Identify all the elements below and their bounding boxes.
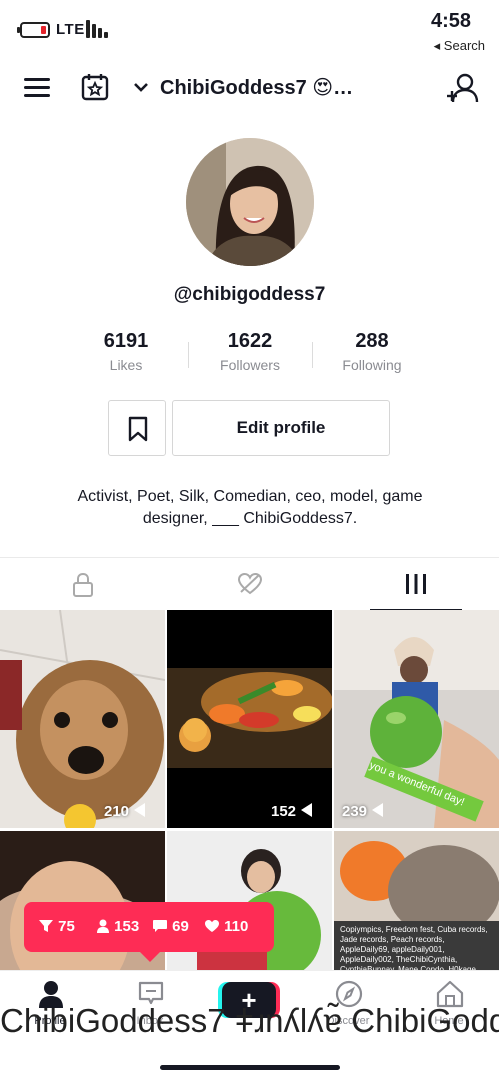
overlay-caption: ChibiGoddess7 ǂɹnʎlʎɐ̃ ChibiGoddȩ bbox=[0, 1002, 499, 1039]
profile-header: ChibiGoddess7 😍… bbox=[0, 62, 499, 116]
likes-label: Likes bbox=[109, 357, 143, 373]
following-count: 288 bbox=[355, 330, 389, 352]
video-thumbnail[interactable]: you a wonderful day! 239 bbox=[334, 610, 499, 828]
profile-tabs bbox=[0, 557, 499, 611]
followers-stat[interactable]: 1622 Followers bbox=[190, 330, 310, 373]
notification-bubble[interactable]: 110 69 153 75 bbox=[24, 902, 274, 962]
play-icon bbox=[134, 803, 146, 817]
home-indicator[interactable] bbox=[160, 1065, 340, 1070]
calendar-star-icon[interactable] bbox=[80, 72, 110, 102]
comment-icon bbox=[153, 920, 167, 932]
battery-icon bbox=[17, 22, 50, 38]
header-username[interactable]: ChibiGoddess7 😍… bbox=[160, 75, 353, 100]
profile-stats: 288 Following 1622 Followers 6191 Likes bbox=[0, 330, 499, 380]
heart-icon bbox=[205, 920, 219, 932]
likes-stat: 6191 Likes bbox=[66, 330, 186, 373]
tab-private[interactable] bbox=[0, 558, 166, 611]
bio-line: Activist, Poet, Silk, Comedian, ceo, mod… bbox=[77, 488, 423, 505]
followers-count: 1622 bbox=[227, 330, 273, 352]
signal-icon bbox=[86, 20, 110, 38]
video-thumbnail[interactable]: 152 bbox=[167, 610, 332, 828]
profile-handle: @chibigoddess7 bbox=[173, 284, 326, 305]
chevron-down-icon[interactable] bbox=[132, 80, 150, 94]
followers-label: Followers bbox=[220, 357, 280, 373]
view-count: 152 bbox=[271, 803, 313, 820]
view-count: 210 bbox=[104, 803, 146, 820]
favorites-button[interactable] bbox=[108, 400, 166, 456]
play-icon bbox=[301, 803, 313, 817]
person-icon bbox=[97, 919, 109, 933]
clock: 4:58 bbox=[430, 10, 471, 32]
tab-videos[interactable] bbox=[333, 558, 499, 611]
mentions-notification: 75 bbox=[38, 918, 75, 935]
view-count: 239 bbox=[342, 803, 384, 820]
status-bar: LTE 4:58 ◂ Search bbox=[0, 0, 499, 62]
video-thumbnail[interactable]: Copiympics, Freedom fest, Cuba records, … bbox=[334, 831, 499, 970]
profile-bio: Activist, Poet, Silk, Comedian, ceo, mod… bbox=[40, 486, 460, 530]
bookmark-icon bbox=[128, 416, 148, 442]
stat-divider bbox=[312, 342, 313, 368]
add-friend-icon[interactable] bbox=[445, 72, 479, 104]
play-icon bbox=[372, 803, 384, 817]
avatar[interactable] bbox=[186, 138, 314, 266]
likes-notification: 110 bbox=[204, 918, 248, 935]
liked-hidden-icon bbox=[237, 572, 263, 595]
following-stat[interactable]: 288 Following bbox=[312, 330, 432, 373]
video-caption-overlay: Copiympics, Freedom fest, Cuba records, … bbox=[340, 925, 488, 970]
network-type: LTE bbox=[56, 21, 85, 38]
lock-icon bbox=[73, 572, 93, 597]
filter-icon bbox=[39, 920, 53, 932]
following-label: Following bbox=[342, 357, 402, 373]
menu-icon[interactable] bbox=[24, 76, 52, 100]
video-thumbnail[interactable]: 210 bbox=[0, 610, 165, 828]
comments-notification: 69 bbox=[152, 918, 189, 935]
grid-icon bbox=[406, 574, 426, 594]
stat-divider bbox=[188, 342, 189, 368]
edit-profile-button[interactable]: Edit profile bbox=[172, 400, 390, 456]
likes-count: 6191 bbox=[103, 330, 149, 352]
bio-line: designer, ___ ChibiGoddess7. bbox=[142, 510, 358, 527]
back-to-search-link[interactable]: ◂ Search bbox=[434, 38, 485, 54]
followers-notification: 153 bbox=[96, 918, 139, 935]
tab-liked[interactable] bbox=[166, 558, 332, 611]
